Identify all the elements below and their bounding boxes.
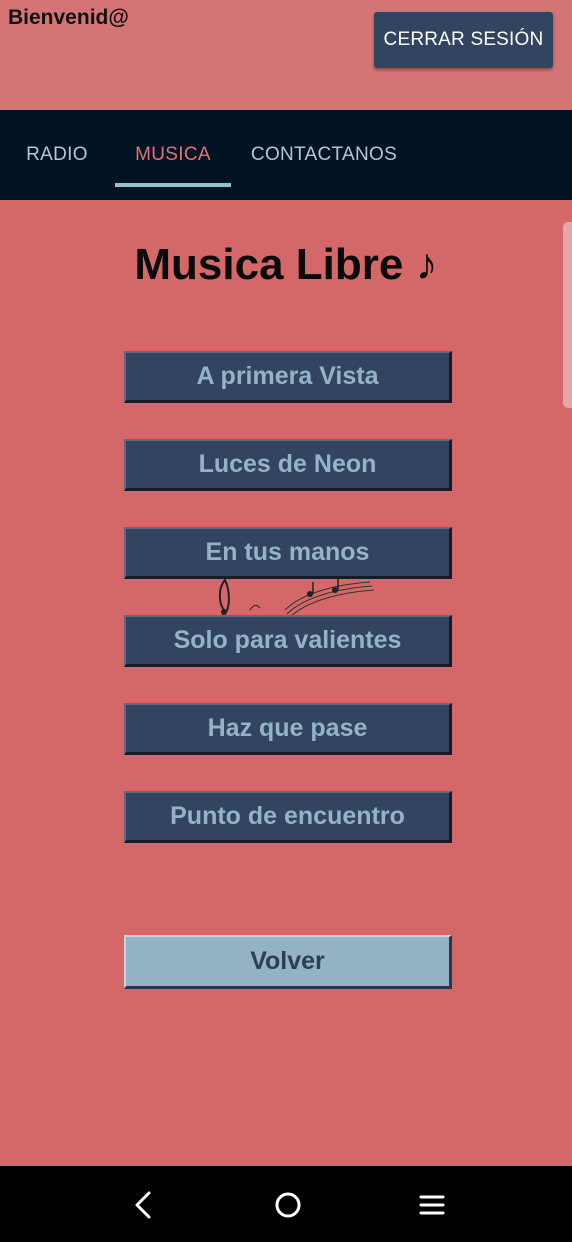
song-button[interactable]: Punto de encuentro (124, 791, 452, 843)
header: Bienvenid@ CERRAR SESIÓN (0, 0, 572, 110)
song-button[interactable]: A primera Vista (124, 351, 452, 403)
menu-icon[interactable] (415, 1188, 449, 1222)
tab-radio[interactable]: RADIO (14, 110, 100, 200)
tab-bar: RADIO MUSICA CONTACTANOS (0, 110, 572, 200)
welcome-text: Bienvenid@ (8, 6, 129, 29)
page-title: Musica Libre ♪ (134, 240, 438, 289)
home-icon[interactable] (271, 1188, 305, 1222)
scrollbar[interactable] (563, 222, 572, 408)
song-button[interactable]: Luces de Neon (124, 439, 452, 491)
song-button[interactable]: Solo para valientes (124, 615, 452, 667)
song-button[interactable]: Haz que pase (124, 703, 452, 755)
active-tab-indicator (115, 183, 231, 187)
logout-button[interactable]: CERRAR SESIÓN (374, 12, 553, 68)
tab-contactanos[interactable]: CONTACTANOS (240, 110, 408, 200)
song-button[interactable]: En tus manos (124, 527, 452, 579)
music-page: Bienvenid@ CERRAR SESIÓN RADIO MUSICA CO… (0, 0, 572, 1242)
back-icon[interactable] (127, 1188, 161, 1222)
back-button[interactable]: Volver (124, 935, 452, 989)
